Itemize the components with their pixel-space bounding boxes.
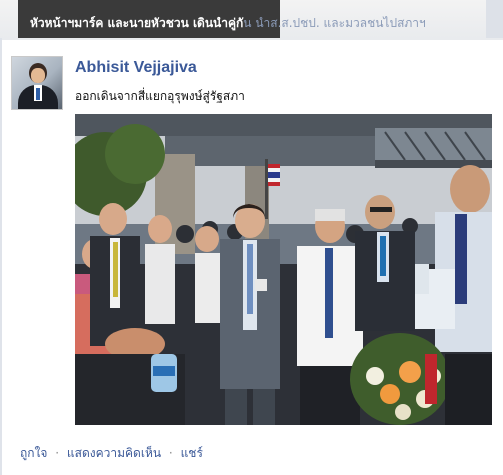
- photo-caption: หัวหน้าฯมาร์ค และนายหัวชวน เดินนำคู่กัน …: [30, 14, 426, 33]
- caption-bold-text: หัวหน้าฯมาร์ค และนายหัวชวน เดินนำคู่กั: [30, 16, 244, 30]
- action-separator: ·: [55, 446, 60, 460]
- author-avatar[interactable]: [11, 56, 63, 110]
- caption-faded-text: น นำส.ส.ปชป. และมวลชนไปสภาฯ: [243, 16, 426, 30]
- post-actions: ถูกใจ · แสดงความคิดเห็น · แชร์: [20, 444, 203, 463]
- avatar-face: [31, 68, 45, 83]
- post-photo[interactable]: [75, 114, 492, 425]
- strip-edge: [486, 0, 503, 38]
- avatar-tie: [36, 88, 40, 100]
- post-message: ออกเดินจากสี่แยกอุรุพงษ์สู่รัฐสภา: [75, 89, 245, 103]
- crowd-photo-image: [75, 114, 492, 425]
- author-name-link[interactable]: Abhisit Vejjajiva: [75, 59, 197, 77]
- photo-caption-strip: หัวหน้าฯมาร์ค และนายหัวชวน เดินนำคู่กัน …: [0, 0, 503, 38]
- comment-link[interactable]: แสดงความคิดเห็น: [67, 446, 161, 460]
- like-link[interactable]: ถูกใจ: [20, 446, 47, 460]
- feed-post: Abhisit Vejjajiva ออกเดินจากสี่แยกอุรุพง…: [0, 38, 503, 475]
- page: หัวหน้าฯมาร์ค และนายหัวชวน เดินนำคู่กัน …: [0, 0, 503, 475]
- action-separator: ·: [168, 446, 173, 460]
- post-divider: [2, 38, 503, 40]
- share-link[interactable]: แชร์: [181, 446, 203, 460]
